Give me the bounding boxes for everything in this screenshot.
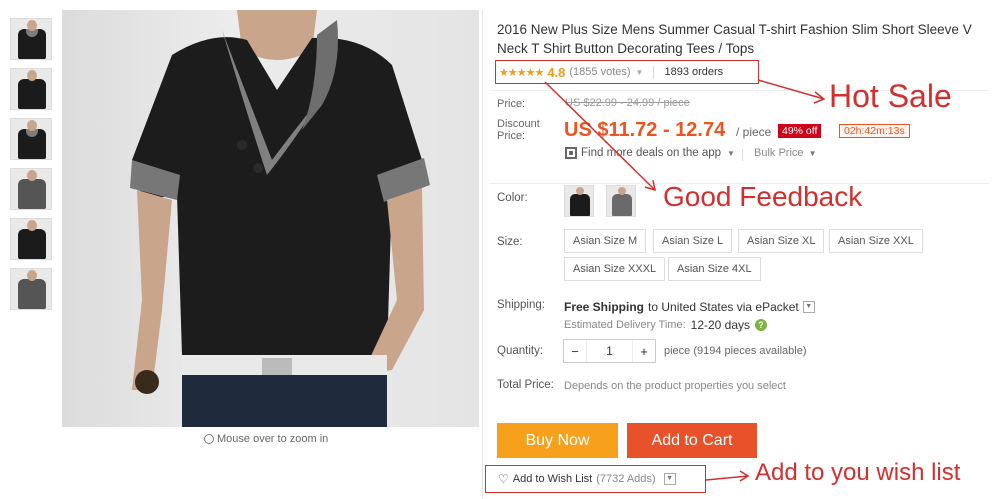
size-option-xl[interactable]: Asian Size XL [738,229,825,253]
total-price-label: Total Price: [497,379,554,391]
estimated-delivery: Estimated Delivery Time: 12-20 days ? [564,318,768,332]
orders-count: 1893 orders [664,66,724,78]
add-to-wishlist-button[interactable]: ♡ Add to Wish List (7732 Adds) ▼ [485,465,706,493]
main-product-image[interactable] [62,10,479,427]
discount-badge: 49% off [778,124,822,138]
total-price-note: Depends on the product properties you se… [564,380,786,392]
quantity-label: Quantity: [497,345,544,357]
qr-code-icon [565,147,577,159]
zoom-hint: Mouse over to zoom in [204,433,328,445]
bulk-price-link[interactable]: Bulk Price ▼ [754,147,817,159]
eta-days: 12-20 days [690,318,751,332]
price-label: Price: [497,98,526,110]
app-deal-text: Find more deals on the app [581,147,722,159]
tshirt-illustration [130,10,430,427]
color-swatch-black[interactable] [564,185,594,217]
wishlist-count: (7732 Adds) [596,473,656,485]
discount-price-label: Discount Price: [497,118,540,142]
size-label: Size: [497,236,523,248]
plus-icon[interactable]: + [633,344,655,359]
chevron-down-icon[interactable]: ▼ [636,68,644,77]
thumbnail-2[interactable] [10,68,52,110]
thumbnail-4[interactable] [10,168,52,210]
quantity-note: piece (9194 pieces available) [664,345,807,357]
color-label: Color: [497,192,528,204]
size-option-4xl[interactable]: Asian Size 4XL [668,257,761,281]
size-option-xxxl[interactable]: Asian Size XXXL [564,257,666,281]
thumbnail-5[interactable] [10,218,52,260]
rating-row: ★★★★★ 4.8 (1855 votes) ▼ 1893 orders [495,60,759,84]
size-option-m[interactable]: Asian Size M [564,229,647,253]
color-swatch-grey[interactable] [606,185,636,217]
add-to-cart-button[interactable]: Add to Cart [627,423,757,458]
shipping-method[interactable]: Free Shipping to United States via ePack… [564,300,815,314]
size-option-xxl[interactable]: Asian Size XXL [829,229,923,253]
shipping-destination: to United States via ePacket [648,300,799,314]
votes-count[interactable]: (1855 votes) [569,66,630,78]
chevron-down-icon: ▼ [727,148,735,158]
help-icon[interactable]: ? [755,319,768,331]
chevron-down-icon[interactable]: ▼ [663,473,676,485]
rating-value: 4.8 [547,64,566,80]
quantity-input[interactable]: 1 [586,340,633,362]
per-piece-unit: / piece [736,125,772,139]
product-title: 2016 New Plus Size Mens Summer Casual T-… [497,22,972,56]
minus-icon[interactable]: − [564,344,586,359]
annotation-good-feedback: Good Feedback [663,181,863,212]
quantity-stepper: − 1 + [563,339,656,363]
app-deal-link[interactable]: Find more deals on the app ▼ [565,147,735,159]
thumbnail-6[interactable] [10,268,52,310]
chevron-down-icon: ▼ [808,149,817,158]
free-shipping-text: Free Shipping [564,300,645,314]
heart-icon: ♡ [498,472,509,486]
zoom-hint-text: Mouse over to zoom in [217,433,329,445]
thumbnail-1[interactable] [10,18,52,60]
eta-label: Estimated Delivery Time: [564,319,686,331]
annotation-hot-sale: Hot Sale [829,78,952,114]
magnifier-icon [204,434,214,444]
chevron-down-icon[interactable]: ▼ [802,301,815,313]
thumbnail-3[interactable] [10,118,52,160]
size-option-l[interactable]: Asian Size L [653,229,733,253]
buy-now-button[interactable]: Buy Now [497,423,618,458]
original-price: US $22.99 - 24.99 / piece [565,97,690,109]
wishlist-label: Add to Wish List [512,473,593,485]
annotation-wish-list: Add to you wish list [755,459,961,486]
discount-price: US $11.72 - 12.74 [564,119,726,141]
countdown-timer: 02h:42m:13s [839,124,910,138]
rating-stars-icon: ★★★★★ [499,66,544,79]
shipping-label: Shipping: [497,299,545,311]
thumbnail-strip [10,18,56,318]
